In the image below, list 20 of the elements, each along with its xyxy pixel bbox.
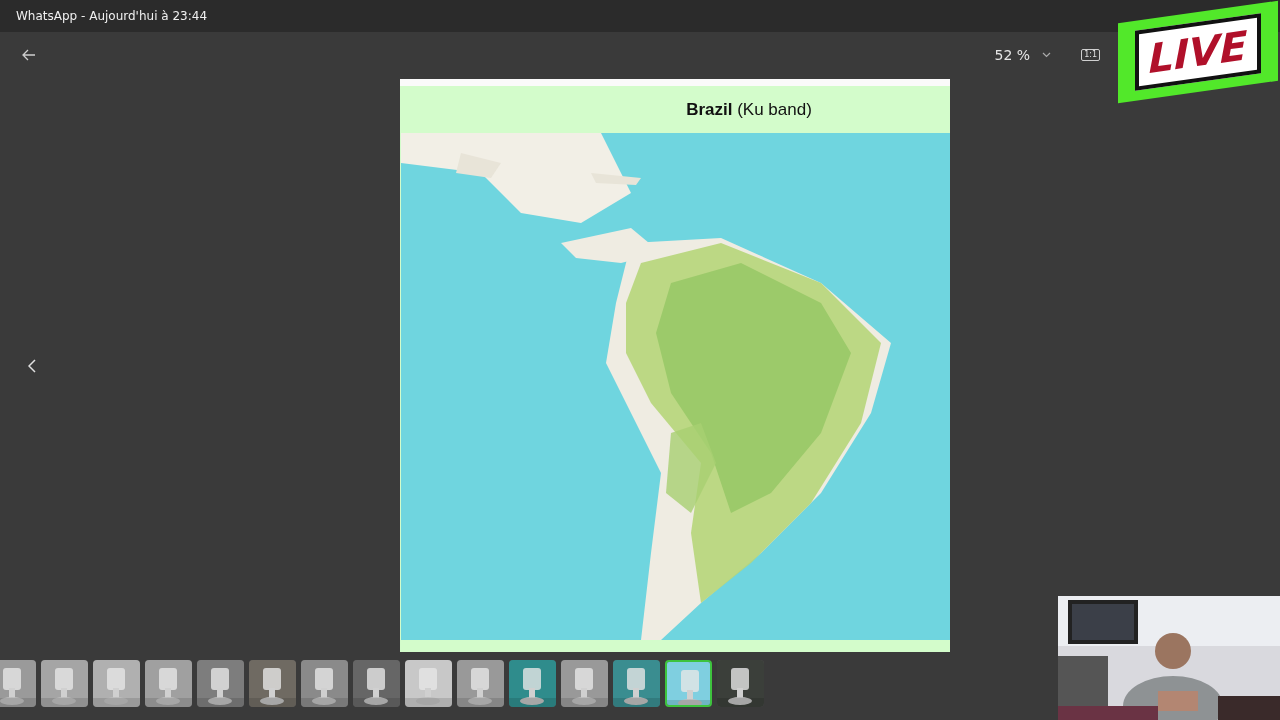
chevron-down-icon [1042, 51, 1052, 58]
image-title: Brazil (Ku band) [686, 99, 812, 120]
thumbnail[interactable] [457, 660, 504, 708]
zoom-dropdown[interactable]: 52 % [994, 46, 1052, 63]
thumbnail[interactable] [717, 660, 764, 708]
thumbnail[interactable] [561, 660, 608, 708]
thumbnail[interactable] [0, 660, 36, 708]
thumbnail[interactable] [93, 660, 140, 708]
actual-size-button[interactable]: 1:1 [1081, 48, 1100, 61]
thumbnail[interactable] [353, 660, 400, 708]
thumbnail[interactable] [249, 660, 296, 708]
thumbnail[interactable] [197, 660, 244, 708]
thumbnail[interactable] [41, 660, 88, 708]
thumbnail[interactable] [509, 660, 556, 708]
thumbnail[interactable] [405, 660, 452, 708]
thumbnail[interactable] [301, 660, 348, 708]
window-title: WhatsApp - Aujourd'hui à 23:44 [16, 8, 208, 23]
thumbnail[interactable] [665, 660, 712, 708]
thumbnail[interactable] [613, 660, 660, 708]
thumbnail[interactable] [145, 660, 192, 708]
